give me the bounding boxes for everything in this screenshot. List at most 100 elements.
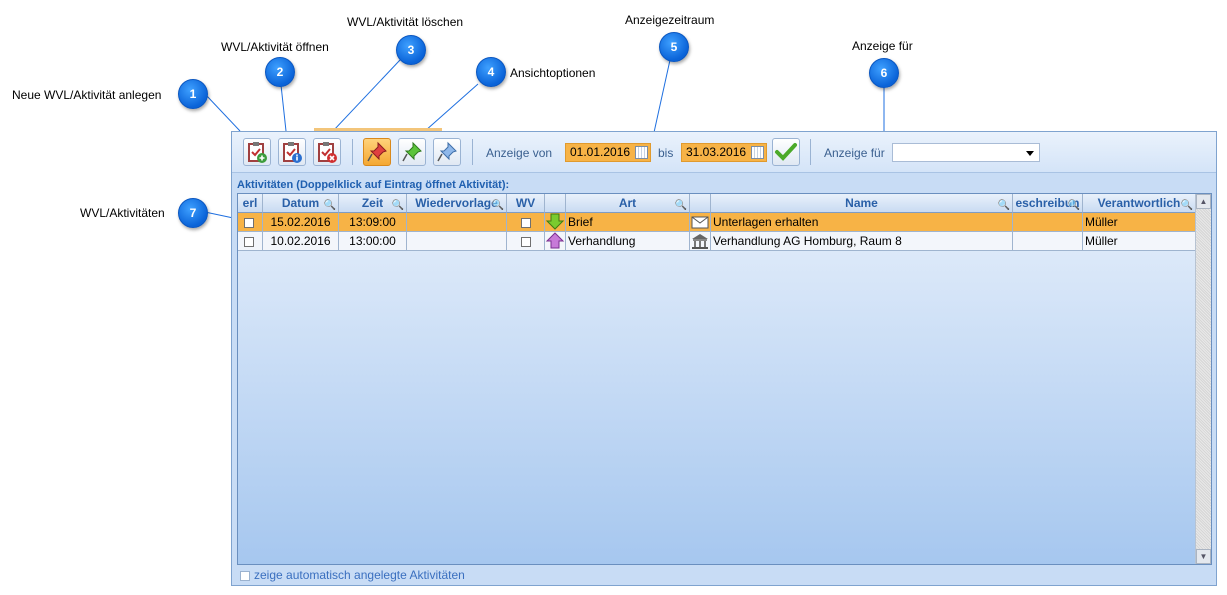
table-row[interactable]: 15.02.2016 13:09:00 Brief Unterlagen erh… <box>238 213 1196 232</box>
col-header-name-icon[interactable] <box>690 194 711 213</box>
cell-zeit: 13:09:00 <box>339 213 407 232</box>
auto-activities-label: zeige automatisch angelegte Aktivitäten <box>254 568 465 582</box>
callout-label-2: WVL/Aktivität öffnen <box>221 40 329 54</box>
erl-checkbox-cell[interactable] <box>238 213 263 232</box>
anzeige-fuer-dropdown[interactable] <box>892 143 1040 162</box>
col-header-wiedervorlage[interactable]: Wiedervorlage 🔍 <box>407 194 507 213</box>
auto-activities-checkbox[interactable] <box>240 570 250 581</box>
callout-label-1: Neue WVL/Aktivität anlegen <box>12 88 162 102</box>
cell-verantwortlich: Müller <box>1083 232 1196 251</box>
callout-label-7: WVL/Aktivitäten <box>80 206 165 220</box>
open-activity-icon <box>283 142 302 163</box>
erl-checkbox-cell[interactable] <box>238 232 263 251</box>
col-header-wv[interactable]: WV <box>507 194 545 213</box>
view-option-green-pin-button[interactable] <box>398 138 426 166</box>
scroll-up-icon[interactable]: ▲ <box>1196 194 1211 209</box>
cell-beschreibung <box>1013 232 1083 251</box>
callout-badge-5: 5 <box>659 32 689 62</box>
cell-art-icon <box>545 232 566 251</box>
vertical-scrollbar[interactable]: ▲ ▼ <box>1195 194 1211 564</box>
new-activity-icon <box>248 142 267 163</box>
calendar-icon[interactable] <box>635 146 648 159</box>
callout-label-4: Ansichtoptionen <box>510 66 596 80</box>
toolbar-separator <box>352 139 353 165</box>
col-header-beschreibung[interactable]: eschreibun 🔍 <box>1013 194 1083 213</box>
delete-activity-button[interactable] <box>313 138 341 166</box>
cell-name: Unterlagen erhalten <box>711 213 1013 232</box>
checkmark-icon <box>775 143 797 161</box>
callout-badge-7: 7 <box>178 198 208 228</box>
filter-key-icon[interactable]: 🔍 <box>998 197 1010 212</box>
scroll-down-icon[interactable]: ▼ <box>1196 549 1211 564</box>
auto-activities-option[interactable]: zeige automatisch angelegte Aktivitäten <box>240 568 465 582</box>
cell-name-icon <box>690 232 711 251</box>
date-to-value: 31.03.2016 <box>686 145 747 159</box>
callout-badge-6: 6 <box>869 58 899 88</box>
col-header-erl[interactable]: erl <box>238 194 263 213</box>
grid-title: Aktivitäten (Doppelklick auf Eintrag öff… <box>237 179 510 191</box>
table-header: erl Datum 🔍 Zeit 🔍 Wiedervorlage 🔍 WV Art 🔍 … <box>238 194 1196 213</box>
col-header-name[interactable]: Name 🔍 <box>711 194 1013 213</box>
activities-table[interactable]: erl Datum 🔍 Zeit 🔍 Wiedervorlage 🔍 WV Art 🔍 … <box>237 193 1212 565</box>
filter-key-icon[interactable]: 🔍 <box>1068 197 1080 212</box>
callout-label-5: Anzeigezeitraum <box>625 13 715 27</box>
wv-checkbox[interactable] <box>520 236 531 247</box>
callout-label-6: Anzeige für <box>852 39 913 53</box>
pin-red-icon <box>367 141 387 162</box>
cell-name: Verhandlung AG Homburg, Raum 8 <box>711 232 1013 251</box>
col-header-art[interactable]: Art 🔍 <box>566 194 690 213</box>
bis-label: bis <box>658 146 674 160</box>
toolbar-separator <box>810 139 811 165</box>
date-to-field[interactable]: 31.03.2016 <box>681 143 767 162</box>
new-activity-button[interactable] <box>243 138 271 166</box>
arrow-down-green-icon <box>545 213 565 230</box>
cell-wiedervorlage <box>407 232 507 251</box>
callout-badge-2: 2 <box>265 57 295 87</box>
pin-green-icon <box>402 141 422 162</box>
filter-key-icon[interactable]: 🔍 <box>492 197 504 212</box>
date-from-field[interactable]: 01.01.2016 <box>565 143 651 162</box>
cell-datum: 10.02.2016 <box>263 232 339 251</box>
courthouse-icon <box>692 234 708 249</box>
cell-beschreibung <box>1013 213 1083 232</box>
filter-key-icon[interactable]: 🔍 <box>392 197 404 212</box>
pin-blue-icon <box>437 141 457 162</box>
cell-art: Verhandlung <box>566 232 690 251</box>
apply-period-button[interactable] <box>772 138 800 166</box>
col-header-verantwortlich[interactable]: Verantwortlich 🔍 <box>1083 194 1196 213</box>
anzeige-fuer-label: Anzeige für <box>824 146 885 160</box>
cell-art-icon <box>545 213 566 232</box>
cell-art: Brief <box>566 213 690 232</box>
date-from-value: 01.01.2016 <box>570 145 631 159</box>
envelope-icon <box>691 216 709 229</box>
cell-wiedervorlage <box>407 213 507 232</box>
chevron-down-icon[interactable] <box>1026 151 1034 156</box>
cell-name-icon <box>690 213 711 232</box>
cell-datum: 15.02.2016 <box>263 213 339 232</box>
filter-key-icon[interactable]: 🔍 <box>324 197 336 212</box>
col-header-datum[interactable]: Datum 🔍 <box>263 194 339 213</box>
toolbar-separator <box>472 139 473 165</box>
calendar-icon[interactable] <box>751 146 764 159</box>
callout-badge-1: 1 <box>178 79 208 109</box>
wv-checkbox[interactable] <box>520 217 531 228</box>
view-option-red-pin-button[interactable] <box>363 138 391 166</box>
anzeige-von-label: Anzeige von <box>486 146 553 160</box>
erl-checkbox[interactable] <box>244 217 254 228</box>
cell-zeit: 13:00:00 <box>339 232 407 251</box>
open-activity-button[interactable] <box>278 138 306 166</box>
activities-panel: Anzeige von 01.01.2016 bis 31.03.2016 An… <box>231 131 1217 586</box>
erl-checkbox[interactable] <box>244 236 254 247</box>
arrow-up-purple-icon <box>545 232 565 249</box>
toolbar: Anzeige von 01.01.2016 bis 31.03.2016 An… <box>232 132 1216 173</box>
wv-checkbox-cell[interactable] <box>507 232 545 251</box>
col-header-art-icon[interactable] <box>545 194 566 213</box>
filter-key-icon[interactable]: 🔍 <box>1181 197 1193 212</box>
table-row[interactable]: 10.02.2016 13:00:00 Verhandlung Verhandl… <box>238 232 1196 251</box>
filter-key-icon[interactable]: 🔍 <box>675 197 687 212</box>
view-option-blue-pin-button[interactable] <box>433 138 461 166</box>
col-header-zeit[interactable]: Zeit 🔍 <box>339 194 407 213</box>
callout-badge-4: 4 <box>476 57 506 87</box>
wv-checkbox-cell[interactable] <box>507 213 545 232</box>
cell-verantwortlich: Müller <box>1083 213 1196 232</box>
